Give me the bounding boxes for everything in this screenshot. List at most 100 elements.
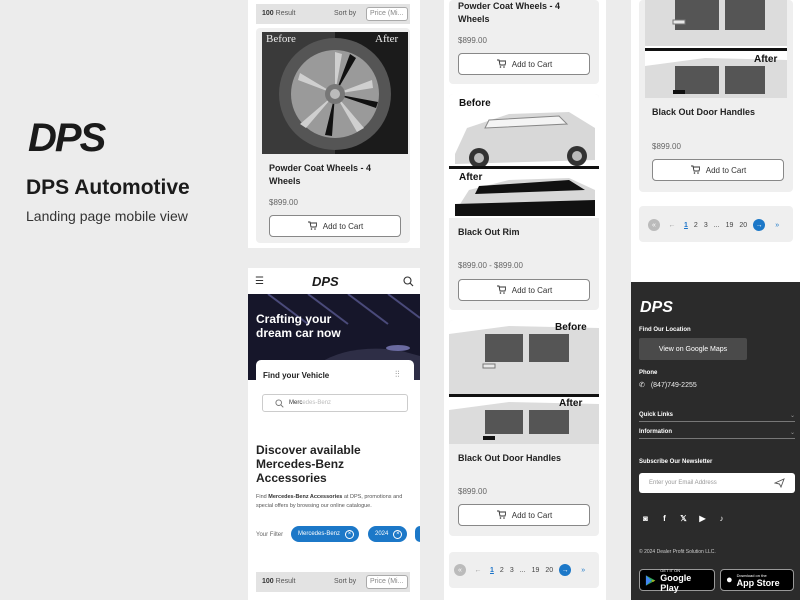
product-card: Before After Black Out Rim $899.00 - $89… bbox=[449, 94, 599, 310]
prev-page-icon[interactable]: ← bbox=[472, 564, 484, 576]
page-ellipsis: ... bbox=[519, 566, 526, 574]
product-card: After Black Out Door Handles $899.00 Add… bbox=[639, 0, 793, 192]
vehicle-search-input[interactable]: Mercedes-Benz bbox=[262, 394, 408, 412]
first-page-icon[interactable]: « bbox=[648, 219, 660, 231]
google-play-button[interactable]: GET IT ON Google Play bbox=[639, 568, 715, 593]
page-number[interactable]: 3 bbox=[510, 567, 514, 574]
page-number[interactable]: 2 bbox=[694, 222, 698, 229]
rim-before-after-image bbox=[449, 94, 599, 218]
before-label: Before bbox=[555, 322, 587, 333]
add-to-cart-button[interactable]: Add to Cart bbox=[652, 159, 784, 181]
sort-select[interactable]: Price (Mi... bbox=[366, 575, 408, 589]
quick-links-accordion[interactable]: Quick Links ⌄ bbox=[639, 412, 795, 422]
brand-subtitle: Landing page mobile view bbox=[26, 208, 188, 224]
newsletter-label: Subscribe Our Newsletter bbox=[639, 459, 713, 465]
phone-number[interactable]: (847)749-2255 bbox=[651, 382, 697, 389]
filter-chip-overflow[interactable] bbox=[415, 526, 420, 542]
pagination-card: « ← 1 2 3 ... 19 20 → » bbox=[449, 552, 599, 588]
result-count: 100 bbox=[262, 578, 274, 585]
search-icon bbox=[275, 399, 284, 408]
page-number[interactable]: 1 bbox=[490, 567, 494, 574]
google-maps-button[interactable]: View on Google Maps bbox=[639, 338, 747, 360]
find-vehicle-card[interactable]: Find your Vehicle ⫶⫶ bbox=[256, 360, 414, 390]
svg-text:DPS: DPS bbox=[28, 118, 107, 158]
chevron-down-icon: ⌄ bbox=[789, 430, 795, 436]
cart-icon bbox=[690, 165, 700, 174]
pagination-card: « ← 1 2 3 ... 19 20 → » bbox=[639, 206, 793, 242]
page-number[interactable]: 19 bbox=[532, 567, 540, 574]
add-to-cart-button[interactable]: Add to Cart bbox=[269, 215, 401, 237]
filter-chip-mercedes[interactable]: Mercedes-Benz × bbox=[291, 526, 360, 542]
app-store-button[interactable]: ● Download on the App Store bbox=[720, 569, 794, 591]
product-title[interactable]: Black Out Door Handles bbox=[652, 106, 755, 119]
sort-bar: 100 Result Sort by Price (Mi... bbox=[256, 4, 410, 24]
youtube-icon[interactable]: ▶ bbox=[696, 512, 709, 525]
phone-label: Phone bbox=[639, 370, 658, 376]
add-to-cart-button[interactable]: Add to Cart bbox=[458, 279, 590, 301]
result-label: Result bbox=[275, 10, 296, 17]
remove-chip-icon[interactable]: × bbox=[345, 529, 355, 539]
mobile-header: ☰ DPS bbox=[248, 268, 420, 294]
product-card: Powder Coat Wheels - 4 Wheels $899.00 Ad… bbox=[449, 0, 599, 84]
cart-icon bbox=[307, 221, 317, 230]
filter-label: Your Filter bbox=[256, 532, 284, 538]
mobile-landing-panel: ☰ DPS Crafting your dream car now Find y… bbox=[248, 268, 420, 600]
facebook-icon[interactable]: f bbox=[658, 512, 671, 525]
filter-chip-year[interactable]: 2024 × bbox=[368, 526, 408, 542]
hamburger-menu-icon[interactable]: ☰ bbox=[255, 276, 264, 287]
brand-name: DPS Automotive bbox=[26, 176, 190, 199]
pagination: « ← 1 2 3 ... 19 20 → » bbox=[648, 219, 783, 231]
product-title[interactable]: Black Out Rim bbox=[458, 226, 520, 239]
phone-row[interactable]: ✆ (847)749-2255 bbox=[639, 381, 697, 389]
footer-logo[interactable]: DPS bbox=[639, 298, 693, 314]
product-price: $899.00 - $899.00 bbox=[458, 261, 523, 270]
information-accordion[interactable]: Information ⌄ bbox=[639, 429, 795, 439]
page-number[interactable]: 20 bbox=[739, 222, 747, 229]
next-page-icon[interactable]: → bbox=[753, 219, 766, 231]
add-to-cart-button[interactable]: Add to Cart bbox=[458, 53, 590, 75]
result-count: 100 bbox=[262, 10, 274, 17]
sort-label: Sort by bbox=[334, 578, 357, 585]
remove-chip-icon[interactable]: × bbox=[393, 529, 403, 539]
newsletter-email-input[interactable]: Enter your Email Address bbox=[639, 473, 795, 493]
prev-page-icon[interactable]: ← bbox=[666, 219, 678, 231]
send-icon[interactable] bbox=[774, 478, 785, 488]
pagination: « ← 1 2 3 ... 19 20 → » bbox=[454, 564, 589, 576]
after-label: After bbox=[754, 54, 778, 65]
next-page-icon[interactable]: → bbox=[559, 564, 572, 576]
after-label: After bbox=[559, 398, 583, 409]
after-label: After bbox=[459, 172, 483, 183]
first-page-icon[interactable]: « bbox=[454, 564, 466, 576]
phone-icon: ✆ bbox=[639, 382, 645, 389]
after-label: After bbox=[375, 33, 399, 45]
search-icon[interactable] bbox=[403, 276, 414, 287]
last-page-icon[interactable]: » bbox=[577, 564, 589, 576]
google-play-icon bbox=[645, 574, 656, 586]
tiktok-icon[interactable]: ♪ bbox=[715, 512, 728, 525]
product-title[interactable]: Powder Coat Wheels - 4 Wheels bbox=[458, 0, 578, 26]
page-number[interactable]: 1 bbox=[684, 222, 688, 229]
page-number[interactable]: 20 bbox=[545, 567, 553, 574]
product-list-panel-right: After Black Out Door Handles $899.00 Add… bbox=[631, 0, 800, 282]
sort-label: Sort by bbox=[334, 10, 357, 17]
door-handle-before-after-image bbox=[449, 320, 599, 444]
wheel-before-after-image bbox=[262, 32, 408, 154]
add-to-cart-button[interactable]: Add to Cart bbox=[458, 504, 590, 526]
door-handle-before-after-image bbox=[645, 0, 787, 98]
filter-sliders-icon[interactable]: ⫶⫶ bbox=[395, 369, 400, 380]
location-label: Find Our Location bbox=[639, 327, 691, 333]
page-number[interactable]: 2 bbox=[500, 567, 504, 574]
header-logo[interactable]: DPS bbox=[311, 274, 355, 288]
product-title[interactable]: Black Out Door Handles bbox=[458, 452, 561, 465]
sort-select[interactable]: Price (Mi... bbox=[366, 7, 408, 21]
apple-icon: ● bbox=[726, 574, 733, 586]
footer: DPS Find Our Location View on Google Map… bbox=[631, 282, 800, 600]
product-list-panel-middle: Powder Coat Wheels - 4 Wheels $899.00 Ad… bbox=[444, 0, 606, 600]
instagram-icon[interactable]: ◙ bbox=[639, 512, 652, 525]
x-twitter-icon[interactable]: 𝕏 bbox=[677, 512, 690, 525]
dps-logo: DPS bbox=[28, 118, 109, 158]
product-title[interactable]: Powder Coat Wheels - 4 Wheels bbox=[269, 162, 389, 188]
page-number[interactable]: 19 bbox=[726, 222, 734, 229]
last-page-icon[interactable]: » bbox=[771, 219, 783, 231]
page-number[interactable]: 3 bbox=[704, 222, 708, 229]
